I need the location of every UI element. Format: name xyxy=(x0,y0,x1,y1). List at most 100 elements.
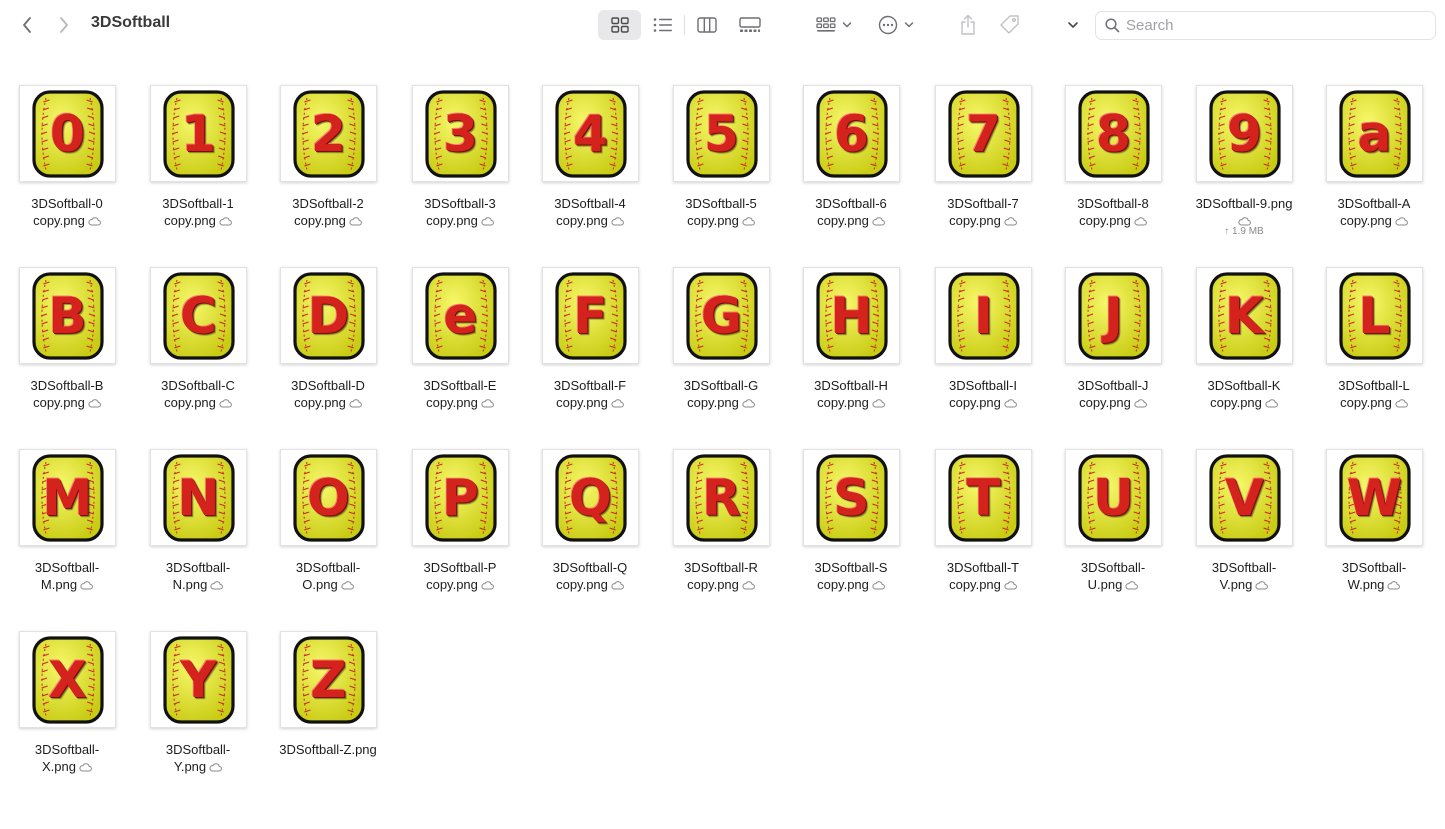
file-item[interactable]: G 3DSoftball-G copy.png xyxy=(654,232,784,410)
file-thumbnail[interactable]: S xyxy=(803,449,900,546)
file-item[interactable]: 7 3DSoftball-7 copy.png xyxy=(916,50,1046,228)
file-thumbnail[interactable]: F xyxy=(542,267,639,364)
file-name[interactable]: 3DSoftball-1 copy.png xyxy=(133,195,263,229)
file-name[interactable]: 3DSoftball-D copy.png xyxy=(263,377,393,411)
file-thumbnail[interactable]: Q xyxy=(542,449,639,546)
file-item[interactable]: 5 3DSoftball-5 copy.png xyxy=(654,50,784,228)
file-name[interactable]: 3DSoftball-Z.png xyxy=(263,741,393,758)
file-name[interactable]: 3DSoftball-C copy.png xyxy=(133,377,263,411)
file-thumbnail[interactable]: N xyxy=(150,449,247,546)
file-name[interactable]: 3DSoftball-2 copy.png xyxy=(263,195,393,229)
file-thumbnail[interactable]: 8 xyxy=(1065,85,1162,182)
file-item[interactable]: Y 3DSoftball- Y.png xyxy=(131,596,261,774)
file-item[interactable]: W 3DSoftball- W.png xyxy=(1307,414,1437,592)
search-input[interactable] xyxy=(1126,17,1426,34)
file-thumbnail[interactable]: a xyxy=(1326,85,1423,182)
file-thumbnail[interactable]: C xyxy=(150,267,247,364)
file-item[interactable]: K 3DSoftball-K copy.png xyxy=(1177,232,1307,410)
share-button[interactable] xyxy=(956,11,980,39)
file-item[interactable]: 6 3DSoftball-6 copy.png xyxy=(784,50,914,228)
file-thumbnail[interactable]: U xyxy=(1065,449,1162,546)
file-item[interactable]: F 3DSoftball-F copy.png xyxy=(523,232,653,410)
file-item[interactable]: T 3DSoftball-T copy.png xyxy=(916,414,1046,592)
file-item[interactable]: B 3DSoftball-B copy.png xyxy=(0,232,130,410)
file-item[interactable]: D 3DSoftball-D copy.png xyxy=(261,232,391,410)
file-item[interactable]: J 3DSoftball-J copy.png xyxy=(1046,232,1176,410)
file-name[interactable]: 3DSoftball-8 copy.png xyxy=(1048,195,1178,229)
file-name[interactable]: 3DSoftball-I copy.png xyxy=(918,377,1048,411)
file-item[interactable]: 3 3DSoftball-3 copy.png xyxy=(393,50,523,228)
file-thumbnail[interactable]: 2 xyxy=(280,85,377,182)
file-item[interactable]: O 3DSoftball- O.png xyxy=(261,414,391,592)
file-item[interactable]: 9 3DSoftball-9.png ↑ 1.9 MB xyxy=(1177,50,1307,237)
file-thumbnail[interactable]: B xyxy=(19,267,116,364)
file-item[interactable]: N 3DSoftball- N.png xyxy=(131,414,261,592)
file-name[interactable]: 3DSoftball-B copy.png xyxy=(2,377,132,411)
file-thumbnail[interactable]: J xyxy=(1065,267,1162,364)
file-name[interactable]: 3DSoftball-7 copy.png xyxy=(918,195,1048,229)
file-thumbnail[interactable]: V xyxy=(1196,449,1293,546)
file-name[interactable]: 3DSoftball-G copy.png xyxy=(656,377,786,411)
list-view-button[interactable] xyxy=(641,10,684,40)
file-item[interactable]: P 3DSoftball-P copy.png xyxy=(393,414,523,592)
file-item[interactable]: X 3DSoftball- X.png xyxy=(0,596,130,774)
file-item[interactable]: e 3DSoftball-E copy.png xyxy=(393,232,523,410)
file-name[interactable]: 3DSoftball- V.png xyxy=(1179,559,1309,593)
file-name[interactable]: 3DSoftball-K copy.png xyxy=(1179,377,1309,411)
file-thumbnail[interactable]: 6 xyxy=(803,85,900,182)
file-name[interactable]: 3DSoftball-Q copy.png xyxy=(525,559,655,593)
file-thumbnail[interactable]: G xyxy=(673,267,770,364)
file-thumbnail[interactable]: W xyxy=(1326,449,1423,546)
forward-button[interactable] xyxy=(51,12,77,38)
file-thumbnail[interactable]: P xyxy=(412,449,509,546)
file-thumbnail[interactable]: O xyxy=(280,449,377,546)
file-item[interactable]: 2 3DSoftball-2 copy.png xyxy=(261,50,391,228)
file-item[interactable]: 0 3DSoftball-0 copy.png xyxy=(0,50,130,228)
file-thumbnail[interactable]: 3 xyxy=(412,85,509,182)
file-item[interactable]: C 3DSoftball-C copy.png xyxy=(131,232,261,410)
file-name[interactable]: 3DSoftball-R copy.png xyxy=(656,559,786,593)
file-name[interactable]: 3DSoftball-5 copy.png xyxy=(656,195,786,229)
file-name[interactable]: 3DSoftball-4 copy.png xyxy=(525,195,655,229)
file-item[interactable]: Z 3DSoftball-Z.png xyxy=(261,596,391,771)
file-name[interactable]: 3DSoftball-F copy.png xyxy=(525,377,655,411)
file-name[interactable]: 3DSoftball-6 copy.png xyxy=(786,195,916,229)
back-button[interactable] xyxy=(14,12,40,38)
file-name[interactable]: 3DSoftball-P copy.png xyxy=(395,559,525,593)
file-thumbnail[interactable]: 5 xyxy=(673,85,770,182)
gallery-view-button[interactable] xyxy=(728,10,771,40)
file-name[interactable]: 3DSoftball- W.png xyxy=(1309,559,1439,593)
file-thumbnail[interactable]: T xyxy=(935,449,1032,546)
file-name[interactable]: 3DSoftball-0 copy.png xyxy=(2,195,132,229)
file-name[interactable]: 3DSoftball- O.png xyxy=(263,559,393,593)
file-item[interactable]: 4 3DSoftball-4 copy.png xyxy=(523,50,653,228)
file-name[interactable]: 3DSoftball- U.png xyxy=(1048,559,1178,593)
file-name[interactable]: 3DSoftball-3 copy.png xyxy=(395,195,525,229)
file-name[interactable]: 3DSoftball-E copy.png xyxy=(395,377,525,411)
column-view-button[interactable] xyxy=(685,10,728,40)
file-thumbnail[interactable]: I xyxy=(935,267,1032,364)
file-thumbnail[interactable]: 1 xyxy=(150,85,247,182)
file-thumbnail[interactable]: L xyxy=(1326,267,1423,364)
file-thumbnail[interactable]: 4 xyxy=(542,85,639,182)
file-thumbnail[interactable]: M xyxy=(19,449,116,546)
file-item[interactable]: a 3DSoftball-A copy.png xyxy=(1307,50,1437,228)
file-item[interactable]: 1 3DSoftball-1 copy.png xyxy=(131,50,261,228)
file-name[interactable]: 3DSoftball-A copy.png xyxy=(1309,195,1439,229)
file-thumbnail[interactable]: X xyxy=(19,631,116,728)
file-thumbnail[interactable]: 9 xyxy=(1196,85,1293,182)
file-name[interactable]: 3DSoftball- M.png xyxy=(2,559,132,593)
file-thumbnail[interactable]: 7 xyxy=(935,85,1032,182)
file-item[interactable]: S 3DSoftball-S copy.png xyxy=(784,414,914,592)
file-thumbnail[interactable]: D xyxy=(280,267,377,364)
file-name[interactable]: 3DSoftball-S copy.png xyxy=(786,559,916,593)
search-field[interactable] xyxy=(1095,11,1436,40)
file-thumbnail[interactable]: 0 xyxy=(19,85,116,182)
file-name[interactable]: 3DSoftball-J copy.png xyxy=(1048,377,1178,411)
file-item[interactable]: M 3DSoftball- M.png xyxy=(0,414,130,592)
file-thumbnail[interactable]: Z xyxy=(280,631,377,728)
file-item[interactable]: Q 3DSoftball-Q copy.png xyxy=(523,414,653,592)
file-thumbnail[interactable]: K xyxy=(1196,267,1293,364)
file-item[interactable]: I 3DSoftball-I copy.png xyxy=(916,232,1046,410)
file-name[interactable]: 3DSoftball-T copy.png xyxy=(918,559,1048,593)
